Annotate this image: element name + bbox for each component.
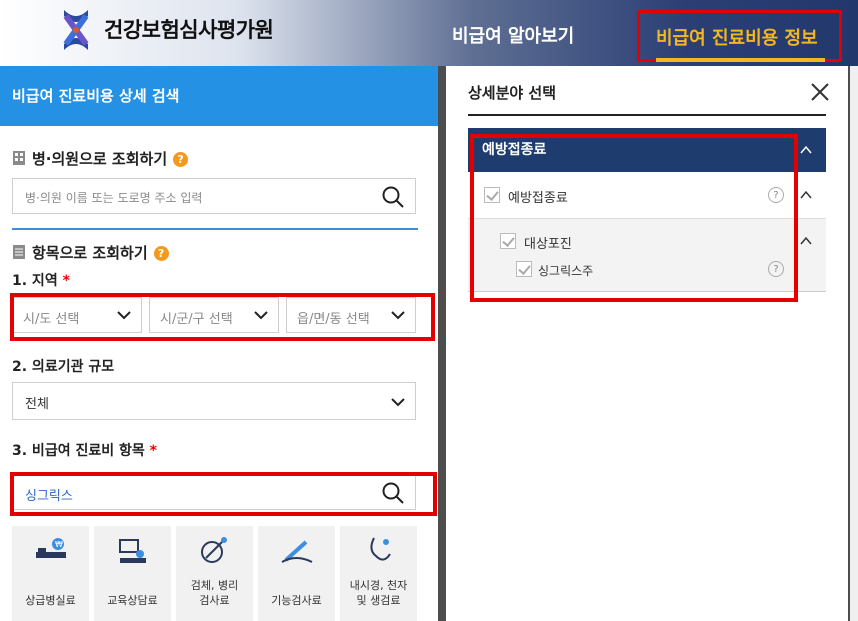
site-header: 건강보험심사평가원 비급여 알아보기 비급여 진료비용 정보: [0, 0, 858, 66]
nav-noncovered-cost-info[interactable]: 비급여 진료비용 정보: [637, 10, 842, 62]
close-icon[interactable]: [810, 82, 830, 102]
chevron-up-icon[interactable]: [800, 144, 812, 156]
category-label: 상급병실료: [25, 594, 76, 607]
scale-select[interactable]: 전체: [12, 382, 416, 420]
hira-logo-icon[interactable]: [58, 8, 94, 52]
scale-label: 2. 의료기관 규모: [12, 359, 115, 375]
nav-noncovered-cost-info-label: 비급여 진료비용 정보: [656, 28, 818, 49]
category-function-test[interactable]: 기능검사료: [258, 526, 335, 621]
section-divider: [12, 228, 418, 230]
item-search-section-label: 항목으로 조회하기: [32, 244, 148, 262]
item-search-section-title: 항목으로 조회하기?: [12, 242, 169, 263]
hospital-search-input[interactable]: 병·의원 이름 또는 도로명 주소 입력: [12, 178, 416, 214]
item-highlight-box: [10, 472, 437, 516]
building-icon: [13, 151, 25, 165]
category-label: 검체, 병리 검사료: [190, 579, 239, 607]
required-mark: *: [62, 273, 70, 289]
category-label: 교육상담료: [107, 594, 158, 607]
hospital-search-section-title: 병·의원으로 조회하기?: [12, 148, 189, 169]
category-specimen-pathology[interactable]: 검체, 병리 검사료: [176, 526, 253, 621]
hospital-search-section-label: 병·의원으로 조회하기: [32, 150, 168, 168]
item-label-text: 3. 비급여 진료비 항목: [12, 443, 145, 459]
detail-field-dialog: 상세분야 선택 예방접종료 예방접종료 ? 대상포진 싱그릭스주 ?: [446, 66, 848, 621]
help-icon[interactable]: ?: [153, 246, 169, 261]
help-icon[interactable]: ?: [173, 152, 189, 167]
dialog-title: 상세분야 선택: [468, 84, 557, 102]
title-divider: [468, 114, 826, 116]
nav-noncovered-intro[interactable]: 비급여 알아보기: [452, 22, 574, 48]
category-endoscopy-biopsy[interactable]: 내시경, 천자 및 생검료: [340, 526, 417, 621]
counseling-icon: [119, 539, 146, 563]
category-premium-room[interactable]: ₩ 상급병실료: [12, 526, 89, 621]
active-tab-underline: [656, 58, 825, 62]
svg-text:₩: ₩: [55, 540, 63, 549]
tree-highlight-box: [470, 134, 798, 302]
chevron-up-icon[interactable]: [800, 235, 812, 247]
scrollbar[interactable]: [850, 66, 858, 621]
scale-select-value: 전체: [25, 397, 49, 412]
brand-name[interactable]: 건강보험심사평가원: [104, 14, 274, 44]
chevron-up-icon[interactable]: [800, 189, 812, 201]
region-label-text: 1. 지역: [12, 273, 58, 289]
category-label: 기능검사료: [271, 594, 322, 607]
item-label: 3. 비급여 진료비 항목 *: [12, 440, 157, 460]
test-device-icon: [281, 540, 313, 563]
category-education-counseling[interactable]: 교육상담료: [94, 526, 171, 621]
panel-title: 비급여 진료비용 상세 검색: [0, 66, 438, 126]
detail-search-panel: 비급여 진료비용 상세 검색 병·의원으로 조회하기? 병·의원 이름 또는 도…: [0, 66, 438, 621]
hospital-search-placeholder: 병·의원 이름 또는 도로명 주소 입력: [25, 191, 203, 205]
category-label: 내시경, 천자 및 생검료: [349, 579, 408, 607]
region-highlight-box: [10, 293, 435, 341]
chevron-down-icon: [391, 398, 405, 407]
region-label: 1. 지역 *: [12, 270, 70, 290]
category-grid: ₩ 상급병실료 교육상담료 검체, 병리 검사료 기능검사료 내시경, 천자 및…: [12, 526, 432, 621]
stomach-icon: [370, 537, 391, 561]
list-doc-icon: [13, 245, 25, 259]
hospital-bed-icon: ₩: [36, 538, 66, 558]
microscope-icon: [201, 537, 227, 563]
required-mark: *: [149, 443, 157, 459]
search-icon[interactable]: [381, 185, 405, 209]
